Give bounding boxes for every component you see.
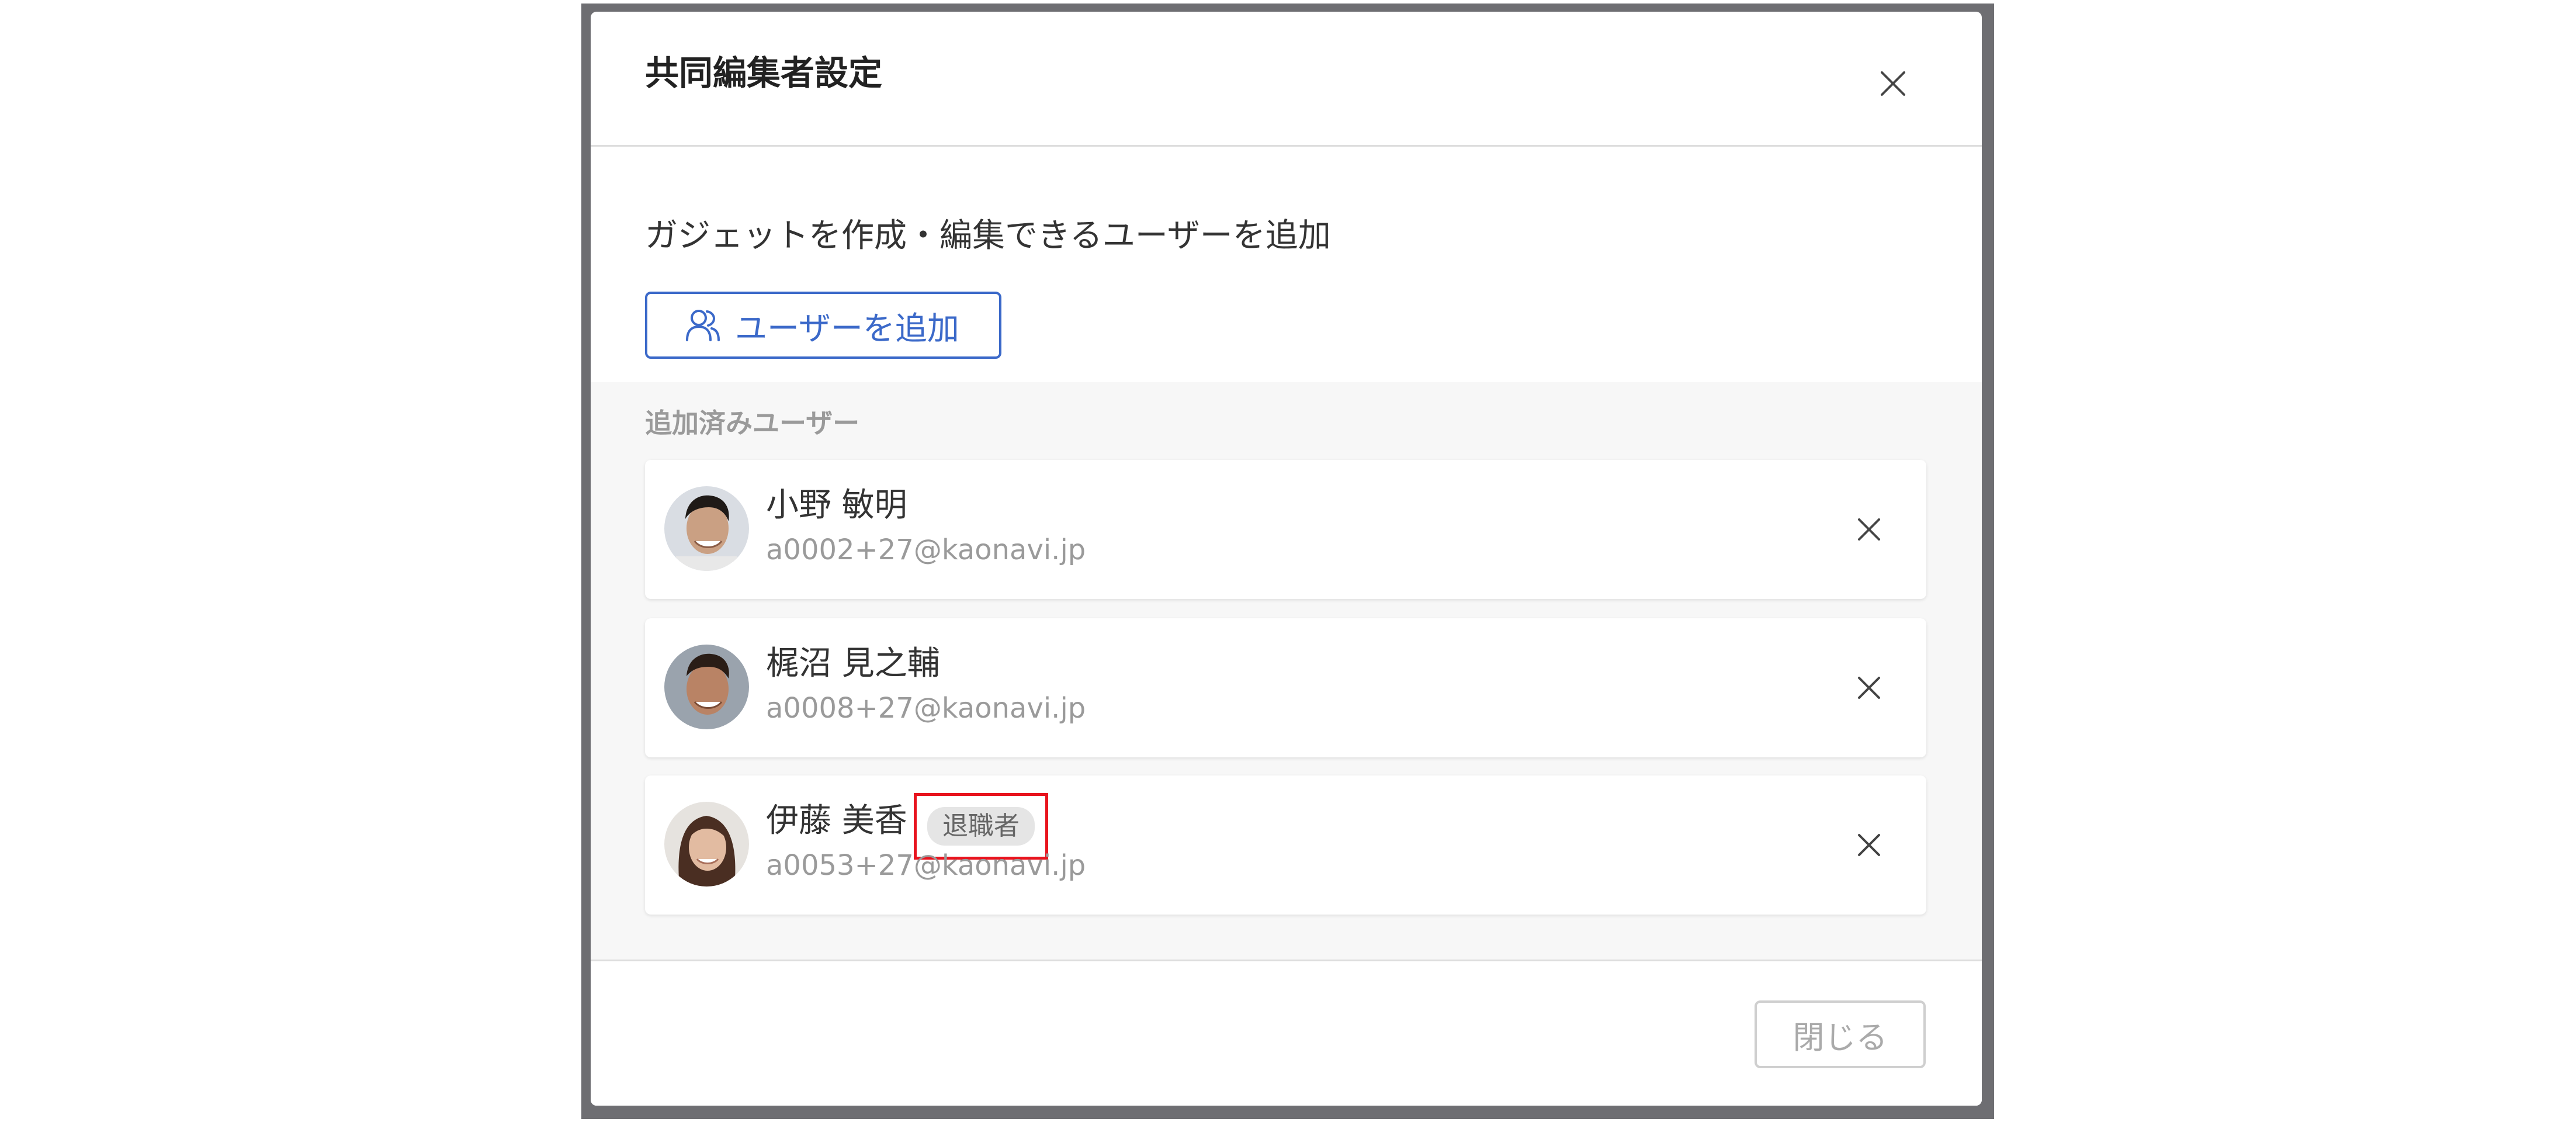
add-user-button[interactable]: ユーザーを追加 <box>645 292 1001 359</box>
user-group-icon <box>686 309 720 341</box>
remove-user-button[interactable] <box>1849 667 1889 708</box>
user-name: 小野 敏明 <box>766 486 907 524</box>
user-email: a0053+27@kaonavi.jp <box>766 849 1086 882</box>
user-card: 伊藤 美香 退職者 a0053+27@kaonavi.jp <box>645 775 1926 915</box>
user-card: 梶沼 見之輔 a0008+27@kaonavi.jp <box>645 618 1926 757</box>
added-users-label: 追加済みユーザー <box>645 407 860 439</box>
coeditor-settings-dialog: 共同編集者設定 ガジェットを作成・編集できるユーザーを追加 ユーザーを追加 追加… <box>591 12 1982 1106</box>
add-user-button-label: ユーザーを追加 <box>735 309 959 347</box>
added-users-section: 追加済みユーザー 小野 敏明 a0002+27@kaonavi.jp 梶沼 見之… <box>591 382 1982 960</box>
close-icon <box>1858 834 1880 856</box>
user-email: a0008+27@kaonavi.jp <box>766 692 1086 725</box>
close-button[interactable]: 閉じる <box>1755 1000 1926 1068</box>
avatar <box>664 645 749 729</box>
close-icon <box>1858 677 1880 699</box>
user-name: 伊藤 美香 <box>766 802 907 840</box>
user-email: a0002+27@kaonavi.jp <box>766 534 1086 566</box>
dialog-close-button[interactable] <box>1873 63 1913 104</box>
add-user-section: ガジェットを作成・編集できるユーザーを追加 ユーザーを追加 <box>591 147 1982 382</box>
dialog-description: ガジェットを作成・編集できるユーザーを追加 <box>645 217 1331 255</box>
avatar <box>664 802 749 886</box>
user-name: 梶沼 見之輔 <box>766 645 940 683</box>
avatar <box>664 486 749 571</box>
dialog-footer: 閉じる <box>591 960 1982 1106</box>
close-icon <box>1881 71 1905 96</box>
dialog-title: 共同編集者設定 <box>645 53 883 93</box>
dialog-header: 共同編集者設定 <box>591 12 1982 147</box>
remove-user-button[interactable] <box>1849 509 1889 550</box>
status-badge: 退職者 <box>927 807 1035 846</box>
remove-user-button[interactable] <box>1849 825 1889 865</box>
close-icon <box>1858 518 1880 541</box>
user-card: 小野 敏明 a0002+27@kaonavi.jp <box>645 460 1926 599</box>
